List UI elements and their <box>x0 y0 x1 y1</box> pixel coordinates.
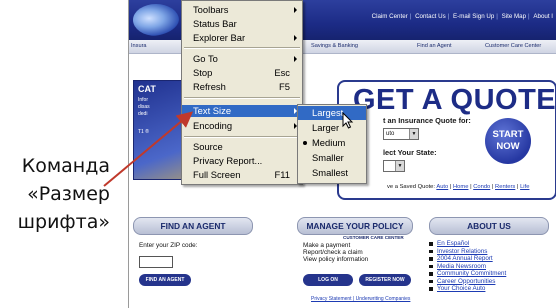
callout-arrow-icon <box>103 111 194 187</box>
